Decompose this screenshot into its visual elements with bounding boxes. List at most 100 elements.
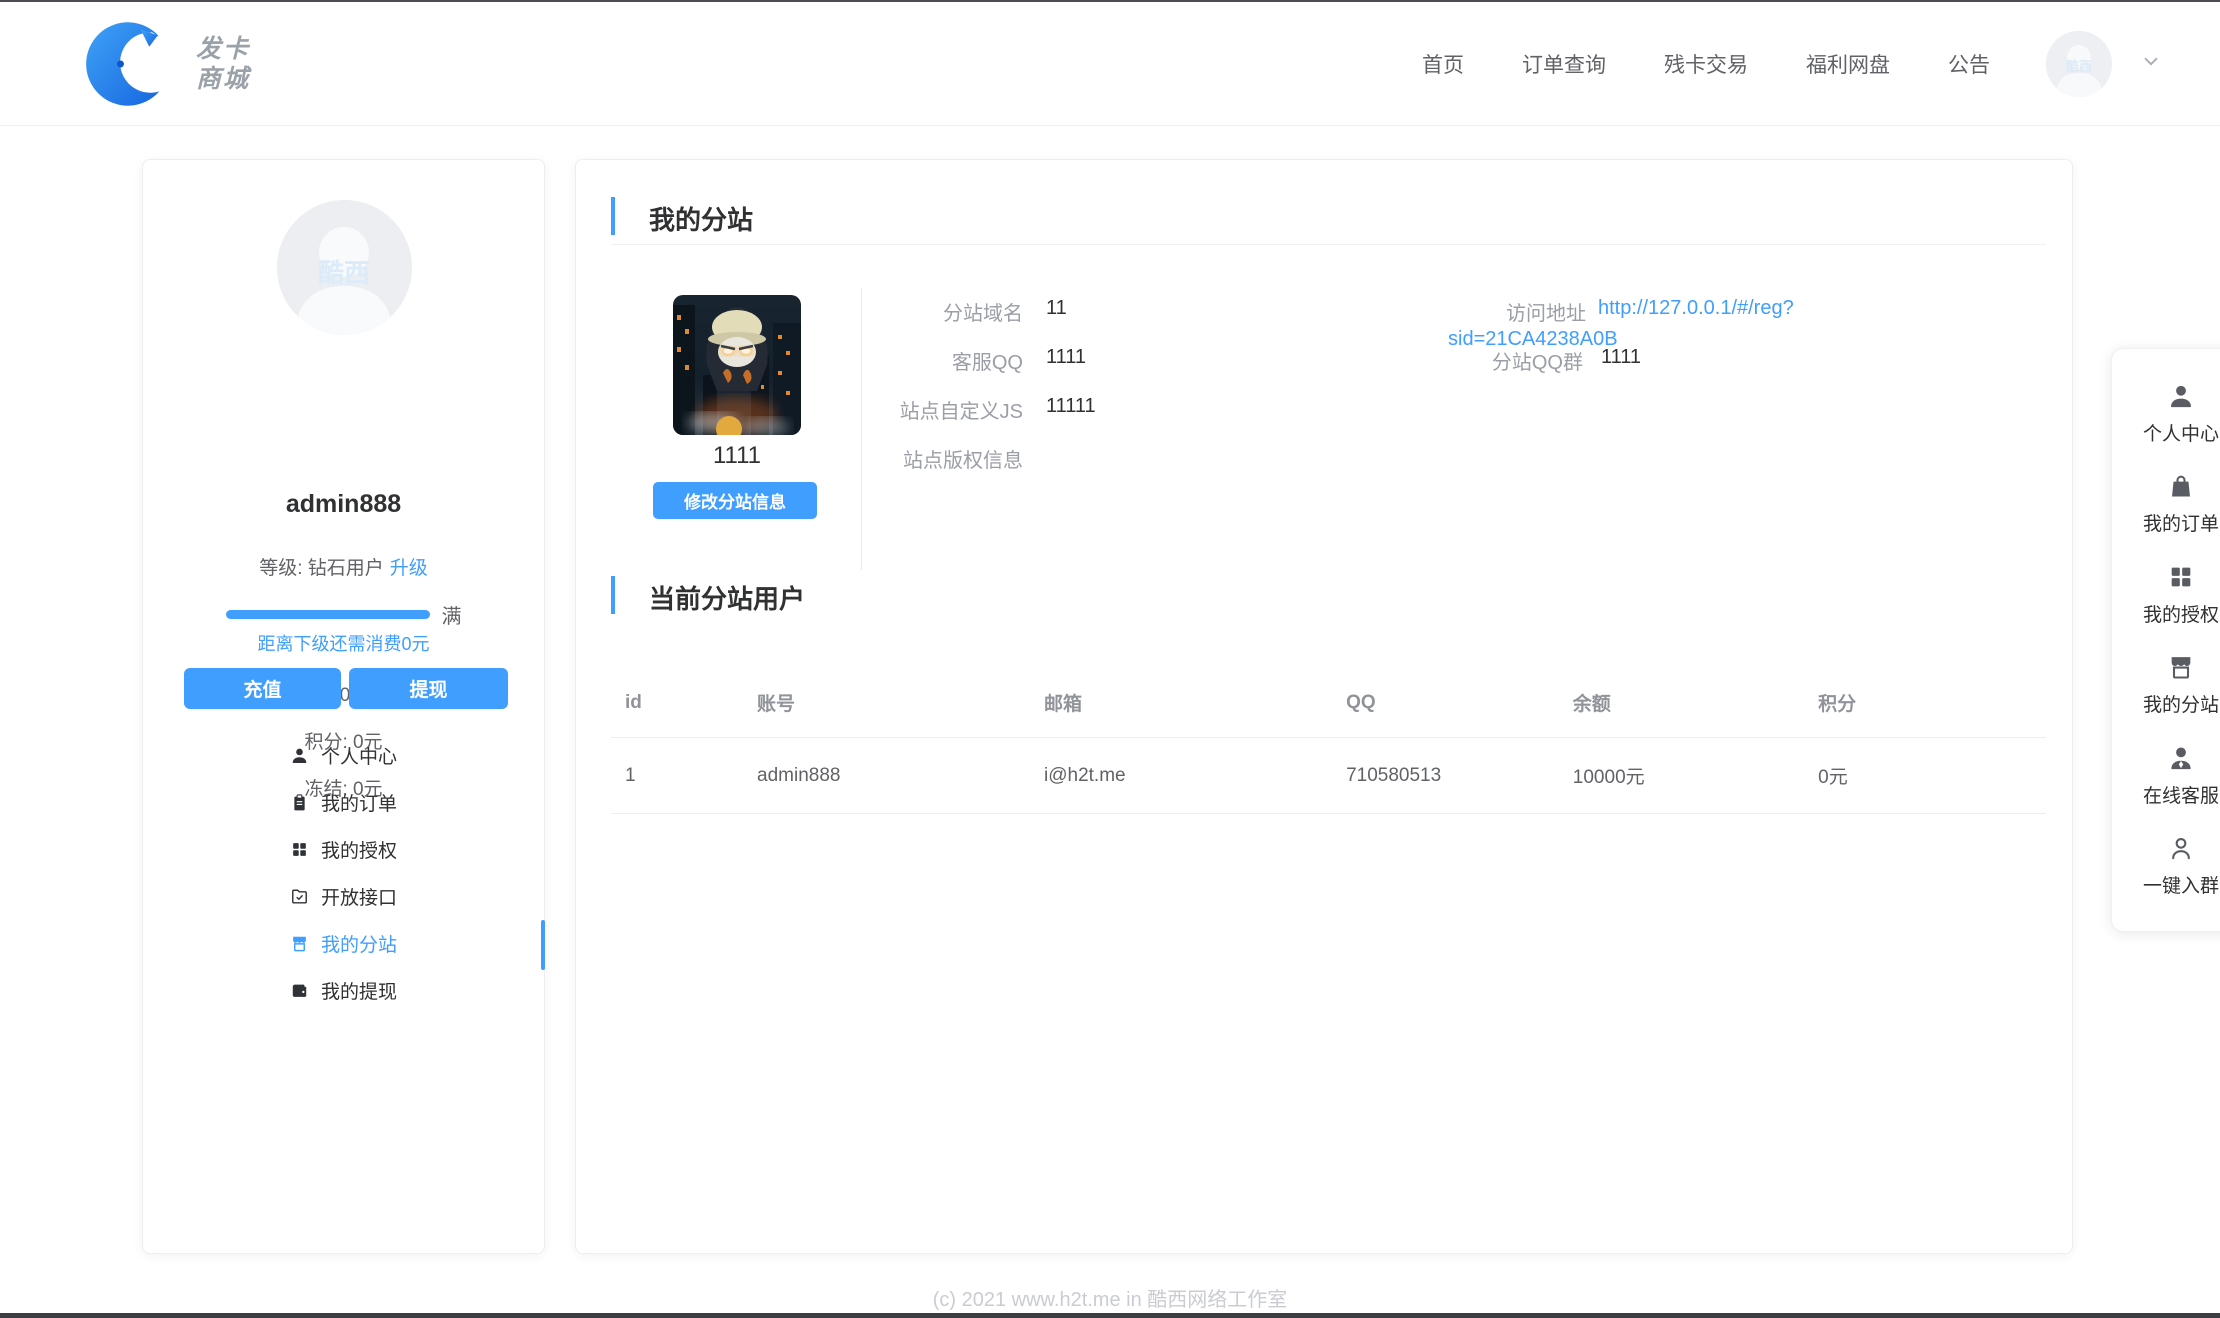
api-icon xyxy=(290,887,309,906)
sidebar-item-3[interactable]: 开放接口 xyxy=(143,873,544,920)
visit-link-line1[interactable]: http://127.0.0.1/#/reg? xyxy=(1598,297,1794,320)
table-header-1: 账号 xyxy=(743,655,1030,716)
field-label-0: 分站域名 xyxy=(783,297,1023,326)
subsite-icon xyxy=(290,934,309,953)
progress-full-label: 满 xyxy=(442,600,462,629)
nav-item-2[interactable]: 残卡交易 xyxy=(1664,49,1748,79)
vertical-divider xyxy=(861,288,862,570)
level-label: 等级: 钻石用户 xyxy=(259,558,384,579)
table-cell-2: i@h2t.me xyxy=(1030,765,1332,787)
table-cell-5: 0元 xyxy=(1804,762,2046,789)
table-header-row: id账号邮箱QQ余额积分 xyxy=(611,634,2046,737)
table-header-0: id xyxy=(611,658,743,714)
field-label-3: 站点版权信息 xyxy=(783,444,1023,473)
section-accent-bar xyxy=(611,576,615,614)
subsite-section-title: 我的分站 xyxy=(649,200,753,237)
level-progress: 满 xyxy=(143,600,544,629)
service-icon xyxy=(2167,744,2195,772)
subsite-users-table: id账号邮箱QQ余额积分 1admin888i@h2t.me7105805131… xyxy=(611,634,2046,814)
field-label-2: 站点自定义JS xyxy=(783,395,1023,424)
username: admin888 xyxy=(143,490,544,519)
user-icon xyxy=(2167,382,2195,410)
field-value-1: 1111 xyxy=(1046,346,1086,369)
profile-menu: 个人中心我的订单我的授权开放接口我的分站我的提现 xyxy=(143,732,544,1014)
withdraw-button[interactable]: 提现 xyxy=(349,668,508,709)
quickbar-item-label: 我的订单 xyxy=(2143,509,2219,536)
section-accent-bar xyxy=(611,197,615,235)
user-avatar[interactable]: 酷西 xyxy=(2046,31,2112,97)
table-cell-4: 10000元 xyxy=(1559,762,1804,789)
chevron-down-icon[interactable] xyxy=(2140,50,2162,77)
screen: 发卡 商城 首页 订单查询 残卡交易 福利网盘 公告 酷西 酷西 xyxy=(0,0,2220,1318)
quickbar-item-3[interactable]: 我的分站 xyxy=(2112,653,2220,717)
sidebar-item-label: 开放接口 xyxy=(321,883,397,910)
quickbar-item-label: 个人中心 xyxy=(2143,419,2219,446)
table-cell-1: admin888 xyxy=(743,765,1030,787)
visit-link-line2[interactable]: sid=21CA4238A0B xyxy=(1448,328,1618,351)
nav-item-0[interactable]: 首页 xyxy=(1422,49,1464,79)
svg-text:酷西: 酷西 xyxy=(2066,59,2092,74)
quickbar-item-label: 我的分站 xyxy=(2143,690,2219,717)
user-icon xyxy=(290,746,309,765)
group-icon xyxy=(2167,834,2195,862)
grid-icon xyxy=(2167,563,2195,591)
sidebar-item-label: 我的授权 xyxy=(321,836,397,863)
subsite-name: 1111 xyxy=(673,442,801,470)
sidebar-item-2[interactable]: 我的授权 xyxy=(143,826,544,873)
field-value-2: 11111 xyxy=(1046,395,1096,418)
sidebar-item-1[interactable]: 我的订单 xyxy=(143,779,544,826)
sidebar-item-4[interactable]: 我的分站 xyxy=(143,920,544,967)
quickbar-item-label: 我的授权 xyxy=(2143,600,2219,627)
field-label-1: 客服QQ xyxy=(783,346,1023,375)
section-divider xyxy=(611,244,2046,245)
next-level-hint: 距离下级还需消费0元 xyxy=(143,630,544,656)
svg-text:酷西: 酷西 xyxy=(318,258,370,288)
window-bottom-edge xyxy=(0,1313,2220,1318)
quickbar-item-2[interactable]: 我的授权 xyxy=(2112,563,2220,627)
quickbar-item-0[interactable]: 个人中心 xyxy=(2112,382,2220,446)
nav-item-3[interactable]: 福利网盘 xyxy=(1806,49,1890,79)
quickbar-item-label: 在线客服 xyxy=(2143,781,2219,808)
sidebar-item-5[interactable]: 我的提现 xyxy=(143,967,544,1014)
active-menu-indicator xyxy=(541,920,545,970)
quickbar: 个人中心我的订单我的授权我的分站在线客服一键入群 xyxy=(2111,348,2220,932)
field-value-0: 11 xyxy=(1046,297,1067,320)
profile-avatar: 酷西 xyxy=(277,200,412,335)
quickbar-item-5[interactable]: 一键入群 xyxy=(2112,834,2220,898)
footer-copyright: (c) 2021 www.h2t.me in 酷西网络工作室 xyxy=(0,1283,2220,1312)
sidebar-item-label: 我的订单 xyxy=(321,789,397,816)
upgrade-link[interactable]: 升级 xyxy=(390,558,428,579)
level-row: 等级: 钻石用户升级 xyxy=(143,553,544,580)
logo-icon xyxy=(86,18,178,110)
table-header-4: 余额 xyxy=(1559,655,1804,716)
quickbar-item-1[interactable]: 我的订单 xyxy=(2112,472,2220,536)
app-logo[interactable]: 发卡 商城 xyxy=(86,18,250,110)
table-header-2: 邮箱 xyxy=(1030,655,1332,716)
progress-bar xyxy=(226,610,430,619)
visit-url-label: 访问地址 xyxy=(1346,297,1586,326)
nav-item-1[interactable]: 订单查询 xyxy=(1522,49,1606,79)
grid-icon xyxy=(290,840,309,859)
sidebar-item-label: 个人中心 xyxy=(321,742,397,769)
main-nav: 首页 订单查询 残卡交易 福利网盘 公告 xyxy=(1422,49,1990,79)
table-cell-0: 1 xyxy=(611,765,743,787)
bag-icon xyxy=(2167,472,2195,500)
subsite-card: 我的分站 xyxy=(575,159,2073,1254)
wallet-icon xyxy=(290,981,309,1000)
profile-card: 酷西 admin888 等级: 钻石用户升级 满 距离下级还需消费0元 余额: … xyxy=(142,159,545,1254)
table-body: 1admin888i@h2t.me71058051310000元0元 xyxy=(611,737,2046,814)
table-cell-3: 710580513 xyxy=(1332,765,1559,787)
store-icon xyxy=(2167,653,2195,681)
orders-icon xyxy=(290,793,309,812)
logo-text: 发卡 商城 xyxy=(196,34,250,94)
sidebar-item-0[interactable]: 个人中心 xyxy=(143,732,544,779)
quickbar-item-4[interactable]: 在线客服 xyxy=(2112,744,2220,808)
sidebar-item-label: 我的提现 xyxy=(321,977,397,1004)
table-header-5: 积分 xyxy=(1804,655,2046,716)
nav-item-4[interactable]: 公告 xyxy=(1948,49,1990,79)
users-section-title: 当前分站用户 xyxy=(649,579,805,616)
recharge-button[interactable]: 充值 xyxy=(184,668,341,709)
edit-subsite-button[interactable]: 修改分站信息 xyxy=(653,482,817,519)
table-row[interactable]: 1admin888i@h2t.me71058051310000元0元 xyxy=(611,737,2046,814)
table-header-3: QQ xyxy=(1332,658,1559,714)
